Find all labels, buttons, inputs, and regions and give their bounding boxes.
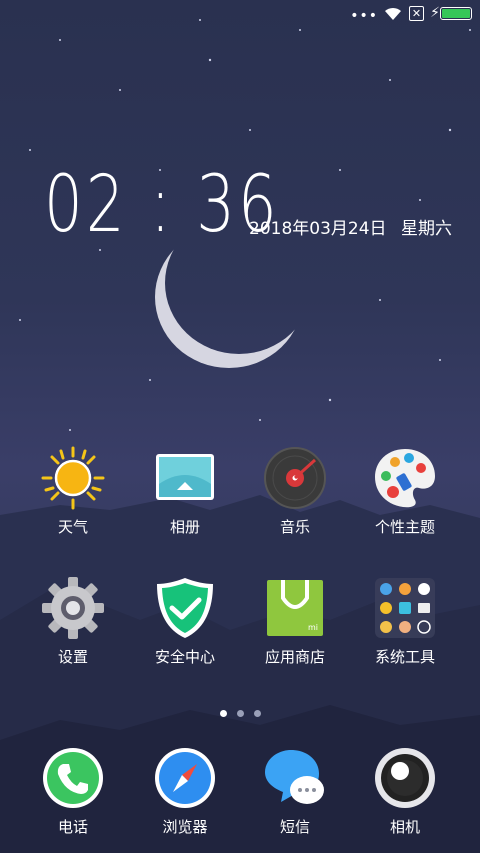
app-system-tools[interactable]: 系统工具 — [350, 576, 460, 667]
app-label: 短信 — [279, 818, 310, 836]
lockscreen-date: 2018年03月24日 — [249, 219, 387, 239]
no-sim-icon: ✕ — [409, 6, 424, 21]
battery-icon — [440, 7, 472, 20]
gallery-icon — [153, 446, 217, 510]
app-label: 电话 — [57, 818, 88, 836]
app-label: 浏览器 — [162, 818, 208, 836]
phone-icon — [41, 746, 105, 810]
app-security[interactable]: 安全中心 — [130, 576, 240, 667]
lockscreen-clock: 02 : 36 — [44, 160, 280, 250]
app-weather[interactable]: 天气 — [18, 446, 128, 537]
dock-messages[interactable]: 短信 — [240, 746, 350, 837]
dock-phone[interactable]: 电话 — [18, 746, 128, 837]
app-themes[interactable]: 个性主题 — [350, 446, 460, 537]
camera-icon — [373, 746, 437, 810]
page-dot-2[interactable] — [236, 710, 244, 717]
svg-text:mi: mi — [308, 623, 318, 632]
page-dot-3[interactable] — [253, 710, 261, 717]
app-gallery[interactable]: 相册 — [130, 446, 240, 537]
app-label: 系统工具 — [374, 648, 435, 666]
app-label: 相机 — [389, 818, 420, 836]
app-label: 天气 — [57, 518, 88, 536]
app-store-bag-icon: mi — [263, 576, 327, 640]
app-label: 安全中心 — [154, 648, 215, 666]
security-shield-icon — [153, 576, 217, 640]
app-label: 应用商店 — [264, 648, 325, 666]
themes-icon — [373, 446, 437, 510]
app-music[interactable]: 音乐 — [240, 446, 350, 537]
tools-folder-icon — [373, 576, 437, 640]
status-bar: ••• ✕ ⚡ — [0, 0, 480, 28]
app-label: 音乐 — [279, 518, 310, 536]
wifi-icon — [385, 7, 401, 20]
page-indicator — [0, 702, 480, 721]
app-label: 个性主题 — [374, 518, 435, 536]
weather-sun-icon — [41, 446, 105, 510]
page-dot-1[interactable] — [219, 710, 227, 717]
battery-level — [442, 9, 470, 18]
lockscreen-weekday: 星期六 — [401, 219, 452, 239]
charging-bolt-icon: ⚡ — [430, 5, 440, 21]
dock-browser[interactable]: 浏览器 — [130, 746, 240, 837]
app-label: 设置 — [57, 648, 88, 666]
messages-icon — [263, 746, 327, 810]
app-settings[interactable]: 设置 — [18, 576, 128, 667]
app-store[interactable]: mi 应用商店 — [240, 576, 350, 667]
music-icon — [263, 446, 327, 510]
browser-compass-icon — [153, 746, 217, 810]
more-dots-icon: ••• — [350, 8, 378, 24]
app-label: 相册 — [169, 518, 200, 536]
settings-gear-icon — [41, 576, 105, 640]
dock-camera[interactable]: 相机 — [350, 746, 460, 837]
